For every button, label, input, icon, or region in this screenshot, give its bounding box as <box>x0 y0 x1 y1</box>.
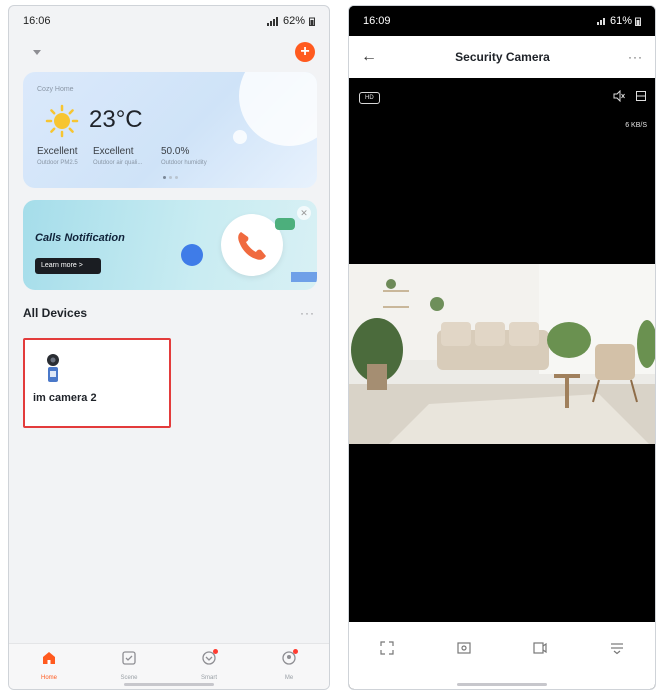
metric-air-quality: Excellent Outdoor air quali... <box>93 146 142 166</box>
signal-icon <box>596 18 605 25</box>
metric-value: 50.0% <box>161 146 190 157</box>
metric-label: Outdoor air quali... <box>93 160 143 166</box>
sun-icon <box>45 104 79 138</box>
more-options-icon[interactable]: ··· <box>300 306 315 320</box>
bottom-tab-bar: Home Scene Smart Me <box>9 643 329 689</box>
status-bar: 16:09 61% <box>349 6 655 36</box>
mute-icon[interactable] <box>613 90 625 102</box>
hd-quality-button[interactable]: HD <box>359 92 380 104</box>
calls-notification-banner[interactable]: Calls Notification Learn more > ✕ <box>23 200 317 290</box>
tab-label: Me <box>284 675 294 681</box>
device-card-camera[interactable]: im camera 2 <box>23 338 171 428</box>
tab-label: Smart <box>200 675 217 681</box>
status-indicators: 61% <box>596 15 641 27</box>
status-time: 16:06 <box>23 15 51 27</box>
status-indicators: 62% <box>266 15 315 27</box>
signal-icon <box>266 16 278 26</box>
section-title: All Devices <box>23 306 88 320</box>
back-arrow-icon[interactable]: ← <box>361 48 377 66</box>
page-title: Security Camera <box>455 50 550 64</box>
home-indicator <box>124 683 214 686</box>
temperature-value: 23°C <box>89 106 143 133</box>
tab-label: Home <box>40 675 57 681</box>
metric-value: Excellent <box>37 146 78 157</box>
expand-menu-icon[interactable] <box>609 640 625 656</box>
battery-percent: 62% <box>282 15 305 27</box>
battery-icon <box>309 17 315 26</box>
video-overlay-controls <box>613 90 647 102</box>
fullscreen-icon[interactable] <box>379 640 395 656</box>
camera-video-frame <box>349 264 655 444</box>
banner-decoration <box>291 272 317 282</box>
all-devices-header: All Devices ··· <box>23 306 315 320</box>
banner-title: Calls Notification <box>35 232 125 244</box>
notification-dot <box>293 649 298 654</box>
home-screen: 16:06 62% + Cozy Home 23°C Excellent Out… <box>8 5 330 690</box>
metric-label: Outdoor PM2.5 <box>37 160 78 166</box>
carousel-dots <box>163 176 178 179</box>
home-switch-chevron-icon[interactable] <box>33 49 41 55</box>
status-time: 16:09 <box>363 15 391 27</box>
scene-icon <box>122 651 136 665</box>
camera-screen: 16:09 61% ← Security Camera ··· HD 6 KB/… <box>348 5 656 690</box>
home-name: Cozy Home <box>37 86 74 93</box>
close-banner-icon[interactable]: ✕ <box>297 206 311 220</box>
metric-pm25: Excellent Outdoor PM2.5 <box>37 146 78 166</box>
tab-me[interactable]: Me <box>259 649 319 689</box>
battery-icon <box>635 17 641 26</box>
metric-label: Outdoor humidity <box>161 160 207 166</box>
home-icon <box>43 652 55 664</box>
storage-icon[interactable] <box>635 90 647 102</box>
camera-device-icon <box>47 354 59 382</box>
tab-label: Scene <box>120 675 138 681</box>
tab-home[interactable]: Home <box>19 650 79 689</box>
live-video-view[interactable]: HD 6 KB/S <box>349 78 655 624</box>
screenshot-icon[interactable] <box>456 640 472 656</box>
weather-decoration-small <box>233 130 247 144</box>
home-indicator <box>457 683 547 686</box>
add-device-button[interactable]: + <box>295 42 315 62</box>
weather-decoration <box>239 72 317 146</box>
device-name: im camera 2 <box>33 392 97 404</box>
more-menu-icon[interactable]: ··· <box>628 50 643 64</box>
camera-controls-bar <box>349 622 655 689</box>
record-video-icon[interactable] <box>532 640 548 656</box>
phone-call-icon <box>221 214 283 276</box>
metric-humidity: 50.0% Outdoor humidity <box>161 146 207 166</box>
metric-value: Excellent <box>93 146 134 157</box>
status-bar: 16:06 62% <box>9 6 329 36</box>
battery-percent: 61% <box>609 15 632 27</box>
message-bubble-icon <box>275 218 295 230</box>
weather-card[interactable]: Cozy Home 23°C Excellent Outdoor PM2.5 E… <box>23 72 317 188</box>
notification-dot <box>213 649 218 654</box>
home-top-row: + <box>23 40 315 64</box>
stream-speed: 6 KB/S <box>625 122 647 129</box>
notification-badge-icon <box>181 244 203 266</box>
camera-header: ← Security Camera ··· <box>349 36 655 78</box>
learn-more-button[interactable]: Learn more > <box>35 258 101 274</box>
